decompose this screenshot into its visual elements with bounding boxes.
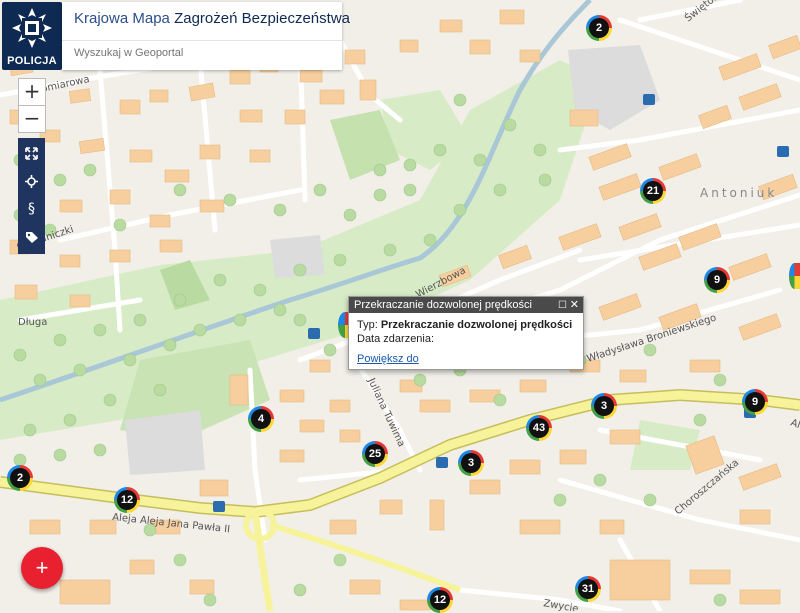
locate-button[interactable] <box>18 168 45 195</box>
popup-header: Przekraczanie dozwolonej prędkości ☐ ✕ <box>349 297 583 313</box>
street-label-dluga: Długa <box>18 317 47 328</box>
tag-icon <box>25 232 38 243</box>
maximize-icon[interactable]: ☐ <box>558 298 567 314</box>
popup-type-value: Przekraczanie dozwolonej prędkości <box>380 319 573 331</box>
marker-count: 4 <box>251 409 271 429</box>
police-star-icon <box>12 8 52 48</box>
incident-marker[interactable]: 2 <box>7 465 33 491</box>
search-bar <box>62 40 342 71</box>
header-panel: Krajowa Mapa Zagrożeń Bezpieczeństwa <box>62 2 350 71</box>
tool-strip: § <box>18 138 45 254</box>
marker-count: 43 <box>529 418 549 438</box>
district-label-antoniuk: Antoniuk <box>700 186 777 200</box>
marker-count: 3 <box>594 396 614 416</box>
marker-count: 3 <box>461 453 481 473</box>
incident-marker[interactable]: 25 <box>362 441 388 467</box>
fullscreen-button[interactable] <box>18 140 45 167</box>
marker-count: 2 <box>589 18 609 38</box>
marker-count: 12 <box>430 590 450 610</box>
incident-popup: Przekraczanie dozwolonej prędkości ☐ ✕ T… <box>348 296 584 370</box>
incident-marker[interactable]: 12 <box>427 587 453 613</box>
zoom-out-button[interactable]: − <box>18 105 46 133</box>
legal-button[interactable]: § <box>18 196 45 223</box>
police-logo[interactable]: POLICJA <box>2 2 62 70</box>
zoom-in-button[interactable]: + <box>18 78 46 106</box>
marker-count: 31 <box>578 579 598 599</box>
marker-count: 2 <box>10 468 30 488</box>
add-report-button[interactable]: + <box>21 547 63 589</box>
incident-marker[interactable]: 3 <box>591 393 617 419</box>
popup-type-label: Typ: <box>357 319 381 331</box>
incident-marker[interactable]: 31 <box>575 576 601 602</box>
search-input[interactable] <box>72 46 326 60</box>
incident-marker[interactable]: 2 <box>586 15 612 41</box>
fullscreen-icon <box>25 147 38 160</box>
popup-date-label: Data zdarzenia: <box>357 333 435 345</box>
zoom-to-link[interactable]: Powiększ do <box>357 353 419 365</box>
incident-marker[interactable]: 12 <box>114 487 140 513</box>
tag-button[interactable] <box>18 224 45 251</box>
police-brand-label: POLICJA <box>7 55 57 67</box>
incident-marker[interactable]: 3 <box>458 450 484 476</box>
marker-count: 9 <box>745 392 765 412</box>
marker-count: 12 <box>117 490 137 510</box>
incident-marker-edge[interactable] <box>789 263 800 289</box>
incident-marker[interactable]: 4 <box>248 406 274 432</box>
popup-body: Typ: Przekraczanie dozwolonej prędkości … <box>349 313 583 351</box>
incident-marker[interactable]: 21 <box>640 178 666 204</box>
app-title-part1: Krajowa Mapa <box>74 10 175 27</box>
app-title: Krajowa Mapa Zagrożeń Bezpieczeństwa <box>74 10 350 27</box>
marker-count: 21 <box>643 181 663 201</box>
incident-marker[interactable]: 9 <box>742 389 768 415</box>
popup-title: Przekraczanie dozwolonej prędkości <box>354 299 532 311</box>
marker-count: 25 <box>365 444 385 464</box>
locate-icon <box>25 175 38 188</box>
incident-marker[interactable]: 43 <box>526 415 552 441</box>
paragraph-icon: § <box>28 201 35 217</box>
incident-marker[interactable]: 9 <box>704 267 730 293</box>
marker-count: 9 <box>707 270 727 290</box>
close-icon[interactable]: ✕ <box>570 297 579 313</box>
app-title-part2: Zagrożeń Bezpieczeństwa <box>174 10 350 27</box>
